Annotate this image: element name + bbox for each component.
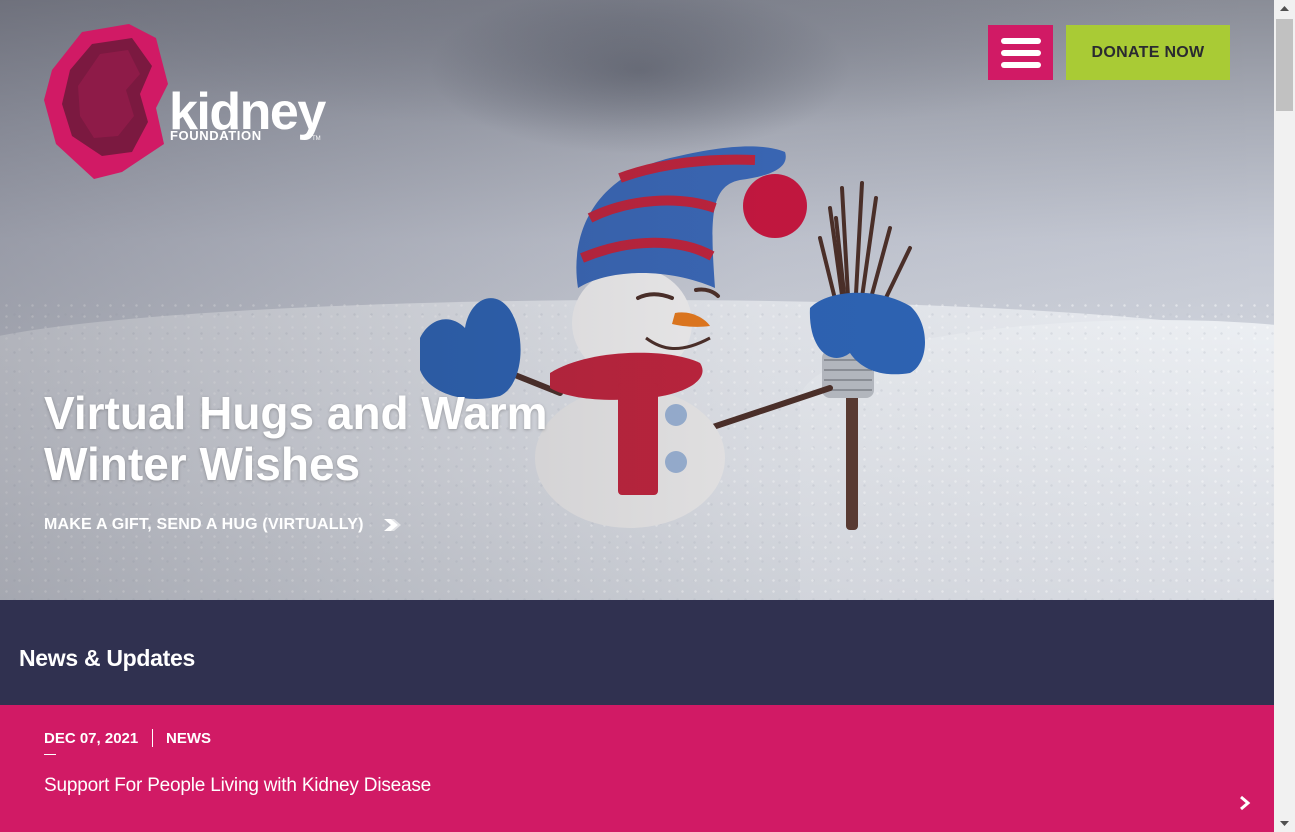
news-date-underline [44, 754, 56, 755]
double-chevron-right-icon [383, 519, 401, 531]
donate-now-button[interactable]: DONATE NOW [1066, 25, 1230, 80]
kidney-foundation-logo[interactable]: kidney FOUNDATION TM [44, 24, 334, 184]
make-a-gift-link-label: MAKE A GIFT, SEND A HUG (VIRTUALLY) [44, 516, 364, 533]
chevron-right-icon[interactable] [1238, 795, 1252, 811]
news-headline-link[interactable]: Support For People Living with Kidney Di… [44, 775, 431, 797]
vertical-scrollbar[interactable] [1274, 0, 1295, 832]
news-meta-divider [152, 729, 153, 747]
scroll-up-arrow-icon[interactable] [1274, 0, 1295, 17]
hero-banner: kidney FOUNDATION TM DONATE NOW Virtual … [0, 0, 1274, 600]
logo-trademark: TM [312, 136, 321, 142]
news-date: DEC 07, 2021 [44, 730, 139, 747]
news-section-title: News & Updates [19, 645, 196, 671]
news-category: NEWS [166, 730, 211, 747]
hero-title: Virtual Hugs and Warm Winter Wishes [44, 387, 548, 490]
scrollbar-thumb[interactable] [1276, 19, 1293, 111]
news-item[interactable] [0, 705, 1274, 832]
page: kidney FOUNDATION TM DONATE NOW Virtual … [0, 0, 1274, 832]
menu-button[interactable] [988, 25, 1053, 80]
scroll-down-arrow-icon[interactable] [1274, 815, 1295, 832]
make-a-gift-link[interactable]: MAKE A GIFT, SEND A HUG (VIRTUALLY) [44, 516, 402, 534]
logo-subtitle: FOUNDATION [170, 128, 262, 143]
logo-mark-icon [44, 24, 168, 179]
